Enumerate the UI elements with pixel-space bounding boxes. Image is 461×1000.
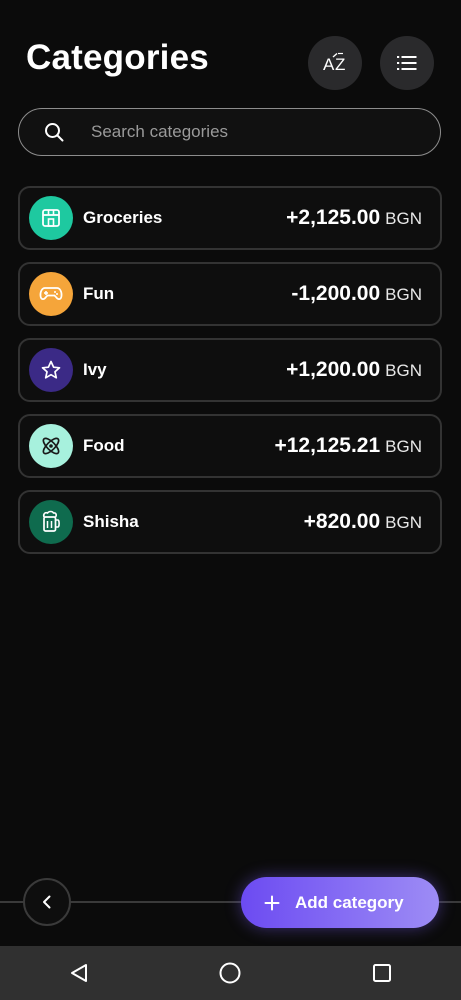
list-menu-icon [397, 56, 417, 70]
page-title: Categories [26, 38, 209, 77]
amount-currency: BGN [385, 513, 422, 532]
category-name: Shisha [83, 512, 139, 531]
category-name: Fun [83, 284, 115, 303]
amount-currency: BGN [385, 437, 422, 456]
search-bar[interactable] [18, 108, 441, 156]
amount-currency: BGN [385, 285, 422, 304]
category-amount: -1,200.00 BGN [291, 282, 422, 306]
svg-text:Z: Z [335, 55, 345, 74]
svg-text:A: A [323, 55, 335, 74]
amount-value: +820.00 [303, 510, 381, 533]
category-list: Groceries +2,125.00 BGN Fun -1,200.00 BGN … [18, 186, 442, 566]
sort-az-button[interactable]: A Z [308, 36, 362, 90]
category-name: Food [83, 436, 125, 455]
back-button[interactable] [23, 878, 71, 926]
gamepad-icon [29, 272, 73, 316]
plus-icon [263, 894, 281, 912]
category-row-groceries[interactable]: Groceries +2,125.00 BGN [18, 186, 442, 250]
beer-mug-icon [29, 500, 73, 544]
category-row-fun[interactable]: Fun -1,200.00 BGN [18, 262, 442, 326]
add-category-button[interactable]: Add category [241, 877, 439, 928]
category-row-food[interactable]: Food +12,125.21 BGN [18, 414, 442, 478]
storefront-icon [29, 196, 73, 240]
add-category-label: Add category [295, 892, 404, 912]
nav-back-button[interactable] [66, 960, 92, 986]
star-icon [29, 348, 73, 392]
amount-value: +1,200.00 [286, 358, 381, 381]
nav-recents-button[interactable] [369, 960, 395, 986]
category-amount: +12,125.21 BGN [274, 434, 422, 458]
circle-home-icon [219, 962, 241, 984]
category-name: Ivy [83, 360, 107, 379]
system-navigation-bar [0, 946, 461, 1000]
triangle-back-icon [71, 964, 87, 982]
amount-value: +2,125.00 [286, 206, 381, 229]
category-amount: +820.00 BGN [304, 510, 422, 534]
amount-currency: BGN [385, 209, 422, 228]
category-row-ivy[interactable]: Ivy +1,200.00 BGN [18, 338, 442, 402]
category-name: Groceries [83, 208, 163, 227]
amount-currency: BGN [385, 361, 422, 380]
sort-az-icon: A Z [323, 52, 345, 74]
atom-icon [29, 424, 73, 468]
search-icon [43, 121, 65, 143]
square-recents-icon [373, 964, 391, 982]
category-row-shisha[interactable]: Shisha +820.00 BGN [18, 490, 442, 554]
filter-menu-button[interactable] [380, 36, 434, 90]
amount-value: -1,200.00 [291, 282, 381, 305]
category-amount: +1,200.00 BGN [286, 358, 422, 382]
search-input[interactable] [89, 121, 424, 143]
chevron-left-icon [43, 895, 51, 909]
amount-value: +12,125.21 [274, 434, 381, 457]
nav-home-button[interactable] [217, 960, 243, 986]
category-amount: +2,125.00 BGN [286, 206, 422, 230]
